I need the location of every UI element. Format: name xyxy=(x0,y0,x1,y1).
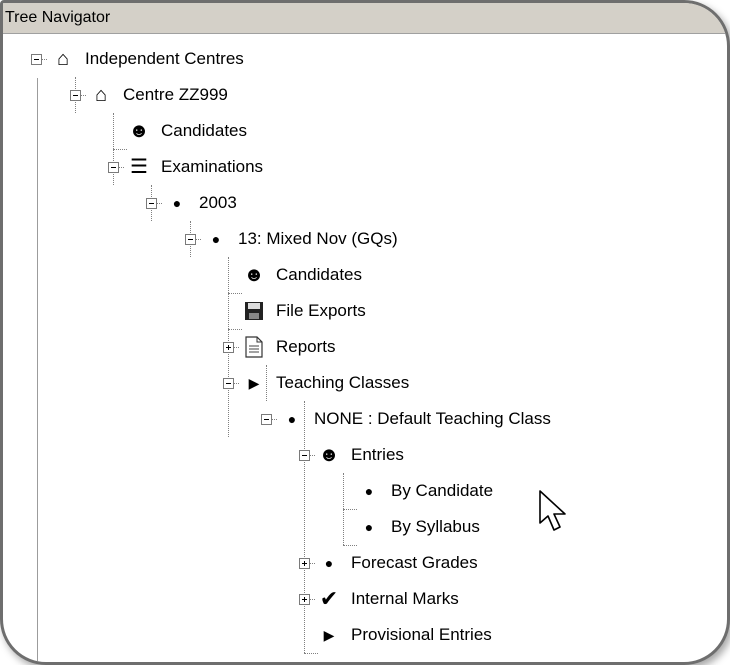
tree-row: ● Forecast Grades xyxy=(3,545,703,581)
tree-node-examinations[interactable]: ☰ Examinations xyxy=(127,149,265,185)
tree-row: ✔ Internal Marks xyxy=(3,581,703,617)
tree-node-label: Independent Centres xyxy=(85,49,244,68)
tree-line xyxy=(119,167,124,168)
collapse-toggle[interactable] xyxy=(70,90,81,101)
tree-navigator-window: Tree Navigator ⌂ Independent Centres ⌂ C… xyxy=(0,0,730,665)
tree-row: ● 2003 xyxy=(3,185,703,221)
tree-node-label: Internal Marks xyxy=(351,589,459,608)
triangle-right-icon: ▶ xyxy=(248,375,260,391)
collapse-toggle[interactable] xyxy=(261,414,272,425)
tree-row: ● NONE : Default Teaching Class xyxy=(3,401,703,437)
mouse-pointer-icon xyxy=(539,490,566,531)
tree-node-label: Provisional Entries xyxy=(351,625,492,644)
tree-line xyxy=(234,347,239,348)
tree-node-13-mixed-nov[interactable]: ● 13: Mixed Nov (GQs) xyxy=(204,221,400,257)
collapse-toggle[interactable] xyxy=(223,378,234,389)
tree-node-label: 13: Mixed Nov (GQs) xyxy=(238,229,398,248)
tree-row: ● By Candidate xyxy=(3,473,703,509)
tree-node-label: Centre ZZ999 xyxy=(123,85,228,104)
tree-node-internal-marks[interactable]: ✔ Internal Marks xyxy=(317,581,461,617)
tree-row: ● 13: Mixed Nov (GQs) xyxy=(3,221,703,257)
checkmark-icon: ✔ xyxy=(319,586,339,611)
tree-row: ☻ Entries xyxy=(3,437,703,473)
tree-node-label: Candidates xyxy=(161,121,248,140)
tree-row: ⌂ Centre ZZ999 xyxy=(3,77,703,113)
tree-node-reports[interactable]: Reports xyxy=(242,329,338,365)
bullet-icon: ● xyxy=(172,195,182,211)
collapse-toggle[interactable] xyxy=(299,450,310,461)
title-bar: Tree Navigator xyxy=(3,3,727,34)
house-icon: ⌂ xyxy=(94,84,108,106)
tree-line xyxy=(304,653,318,654)
floppy-disk-icon xyxy=(242,299,266,323)
bullet-icon: ● xyxy=(364,483,374,499)
tree-node-file-exports[interactable]: File Exports xyxy=(242,293,368,329)
tree-node-provisional-entries[interactable]: ▶ Provisional Entries xyxy=(317,617,494,653)
bullet-icon: ● xyxy=(211,231,221,247)
tree-node-candidates[interactable]: ☻ Candidates xyxy=(242,257,364,293)
tree-node-label: Forecast Grades xyxy=(351,553,478,572)
collapse-toggle[interactable] xyxy=(108,162,119,173)
tree-row: ▶ Teaching Classes xyxy=(3,365,703,401)
tree-node-label: Candidates xyxy=(276,265,363,284)
house-icon: ⌂ xyxy=(56,48,70,70)
tree-view[interactable]: ⌂ Independent Centres ⌂ Centre ZZ999 ☻ C… xyxy=(3,34,727,662)
tree-node-teaching-classes[interactable]: ▶ Teaching Classes xyxy=(242,365,411,401)
tree-node-label: 2003 xyxy=(199,193,237,212)
tree-node-label: By Candidate xyxy=(391,481,494,500)
tree-node-centre-zz999[interactable]: ⌂ Centre ZZ999 xyxy=(89,77,230,113)
tree-line xyxy=(310,563,315,564)
tree-row: ● By Syllabus xyxy=(3,509,703,545)
tree-node-independent-centres[interactable]: ⌂ Independent Centres xyxy=(51,41,246,77)
tree-node-by-syllabus[interactable]: ● By Syllabus xyxy=(357,509,482,545)
tree-node-label: Teaching Classes xyxy=(276,373,410,392)
books-icon: ☰ xyxy=(130,156,148,178)
tree-node-label: Reports xyxy=(276,337,336,356)
document-icon xyxy=(242,335,266,359)
candidates-icon: ☻ xyxy=(243,264,265,286)
expand-toggle[interactable] xyxy=(223,342,234,353)
tree-line xyxy=(272,419,277,420)
tree-node-label: Examinations xyxy=(161,157,264,176)
bullet-icon: ● xyxy=(324,555,334,571)
candidates-icon: ☻ xyxy=(128,120,150,142)
tree-node-label: By Syllabus xyxy=(391,517,480,536)
tree-node-by-candidate[interactable]: ● By Candidate xyxy=(357,473,495,509)
collapse-toggle[interactable] xyxy=(31,54,42,65)
candidates-icon: ☻ xyxy=(318,444,340,466)
tree-line xyxy=(42,59,47,60)
tree-line xyxy=(310,455,315,456)
tree-row: Reports xyxy=(3,329,703,365)
tree-line xyxy=(81,95,86,96)
window-title: Tree Navigator xyxy=(5,9,111,26)
tree-node-forecast-grades[interactable]: ● Forecast Grades xyxy=(317,545,480,581)
tree-node-entries[interactable]: ☻ Entries xyxy=(317,437,406,473)
tree-row: ⌂ Independent Centres xyxy=(3,41,703,77)
tree-row: ▶ Provisional Entries xyxy=(3,617,703,653)
tree-row: ☻ Candidates xyxy=(3,113,703,149)
bullet-icon: ● xyxy=(287,411,297,427)
tree-line xyxy=(310,599,315,600)
expand-toggle[interactable] xyxy=(299,594,310,605)
tree-node-candidates[interactable]: ☻ Candidates xyxy=(127,113,249,149)
triangle-right-icon: ▶ xyxy=(323,627,335,643)
expand-toggle[interactable] xyxy=(299,558,310,569)
tree-row: ☻ Candidates xyxy=(3,257,703,293)
tree-node-2003[interactable]: ● 2003 xyxy=(165,185,239,221)
tree-node-default-teaching-class[interactable]: ● NONE : Default Teaching Class xyxy=(280,401,553,437)
tree-node-label: Entries xyxy=(351,445,404,464)
bullet-icon: ● xyxy=(364,519,374,535)
tree-row: File Exports xyxy=(3,293,703,329)
tree-line xyxy=(157,203,162,204)
tree-node-label: NONE : Default Teaching Class xyxy=(314,409,551,428)
collapse-toggle[interactable] xyxy=(146,198,157,209)
tree-line xyxy=(196,239,201,240)
tree-line xyxy=(234,383,239,384)
collapse-toggle[interactable] xyxy=(185,234,196,245)
tree-row: ☰ Examinations xyxy=(3,149,703,185)
tree-node-label: File Exports xyxy=(276,301,366,320)
